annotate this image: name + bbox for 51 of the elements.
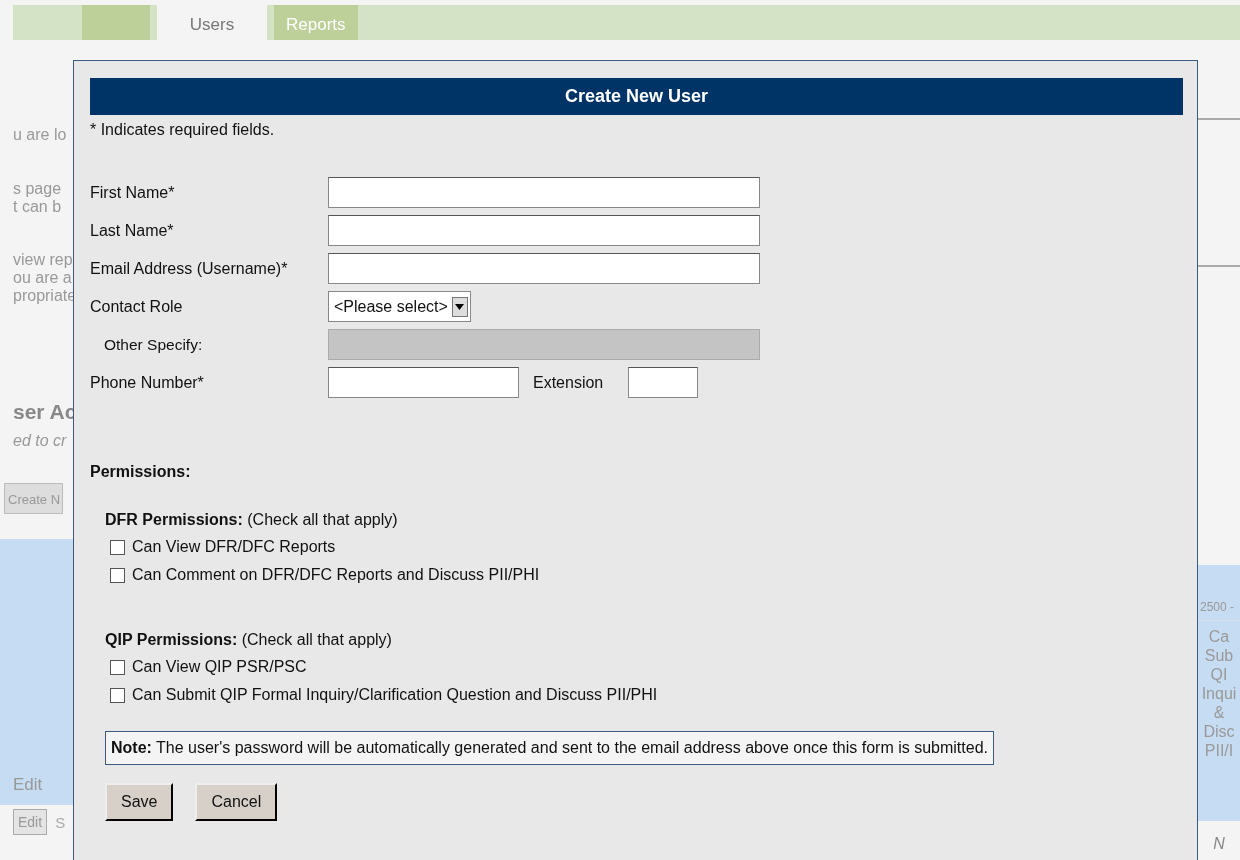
field-label: Last Name*	[90, 221, 175, 240]
field-label: Other Specify:	[103, 335, 204, 354]
group-title: QIP Permissions:	[105, 631, 238, 648]
create-button[interactable]: Create N	[4, 483, 64, 514]
input-field[interactable]	[328, 215, 760, 246]
checkbox[interactable]	[110, 687, 125, 703]
group-title: DFR Permissions:	[105, 511, 243, 528]
intro-text: propriate	[13, 287, 73, 305]
field-label: Phone Number*	[90, 373, 205, 392]
form-button[interactable]: Cancel	[195, 783, 278, 821]
checkbox-label: Can View QIP PSR/PSC	[132, 658, 307, 676]
checkbox[interactable]	[110, 659, 125, 675]
section-subtitle: ed to cr	[12, 432, 68, 450]
intro-text: ou are a	[13, 269, 73, 287]
field-label: Extension	[533, 373, 605, 392]
section-heading: Permissions:	[90, 463, 192, 481]
form-button[interactable]: Save	[105, 783, 174, 821]
checkbox-label: Can View DFR/DFC Reports	[132, 538, 336, 556]
dropdown[interactable]: <Please select>	[328, 291, 471, 322]
input-field[interactable]	[628, 367, 698, 398]
table-cell: S	[55, 813, 66, 831]
column-header: Inqui	[1200, 684, 1238, 703]
column-header: Sub	[1203, 646, 1235, 665]
checkbox-label: Can Comment on DFR/DFC Reports and Discuss PII/PHI	[132, 566, 540, 584]
field-label: First Name*	[90, 183, 176, 202]
group-hint: (Check all that apply)	[241, 631, 392, 648]
column-header: Edit	[13, 775, 43, 795]
column-header: PII/I	[1203, 741, 1235, 760]
input-field[interactable]	[328, 367, 519, 398]
note-text: Note: The user's password will be automatically generated and sent to the email address above once this form is submitted.	[105, 731, 994, 765]
group-hint: (Check all that apply)	[247, 511, 398, 528]
column-header: Ca	[1207, 627, 1231, 646]
column-header: &	[1212, 703, 1226, 722]
field-label: Email Address (Username)*	[90, 259, 289, 278]
edit-button[interactable]: Edit	[13, 809, 48, 835]
checkbox[interactable]	[110, 567, 125, 583]
intro-text: view rep	[13, 251, 73, 269]
intro-text: s page	[13, 180, 63, 198]
field-label: Contact Role	[90, 297, 184, 316]
intro-text: u are lo	[13, 126, 68, 144]
table-cell-text: N	[1212, 835, 1226, 853]
checkbox[interactable]	[110, 539, 125, 555]
intro-text: t can b	[13, 198, 63, 216]
nav-tab[interactable]: Users	[157, 5, 267, 40]
checkbox-label: Can Submit QIP Formal Inquiry/Clarification Question and Discuss PII/PHI	[132, 686, 658, 704]
input-field[interactable]	[328, 253, 760, 284]
column-header: QI	[1209, 665, 1229, 684]
dialog-title: Create New User	[90, 78, 1183, 115]
column-header: Disc	[1202, 722, 1236, 741]
required-note: * Indicates required fields.	[90, 121, 276, 139]
input-field[interactable]	[328, 177, 760, 208]
